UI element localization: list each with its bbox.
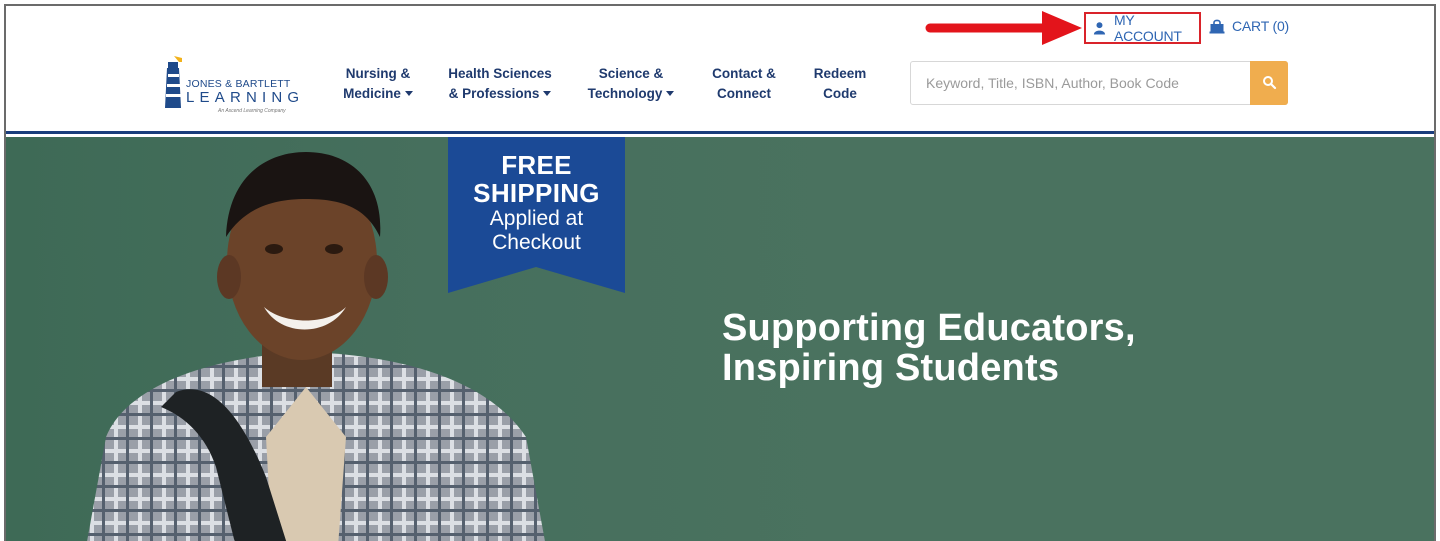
annotation-arrow bbox=[925, 11, 1082, 45]
cart-link[interactable]: CART (0) bbox=[1209, 18, 1289, 34]
nav-label-line2: Medicine bbox=[343, 86, 401, 101]
free-shipping-banner[interactable]: FREE SHIPPING Applied at Checkout bbox=[448, 137, 625, 293]
nav-label-line2: Connect bbox=[717, 86, 771, 101]
caret-down-icon bbox=[543, 91, 552, 96]
my-account-label: MY ACCOUNT bbox=[1113, 12, 1182, 44]
nav-nursing-medicine[interactable]: Nursing & Medicine bbox=[340, 64, 416, 104]
hero-headline: Supporting Educators, Inspiring Students bbox=[722, 308, 1136, 388]
logo-text-main: LEARNING bbox=[186, 89, 305, 106]
site-header: JONES & BARTLETT LEARNING An Ascend Lear… bbox=[6, 6, 1434, 134]
nav-label-line2: Technology bbox=[587, 86, 663, 101]
cart-label: CART (0) bbox=[1232, 18, 1290, 34]
nav-health-sciences[interactable]: Health Sciences & Professions bbox=[446, 64, 554, 104]
shopping-bag-icon bbox=[1209, 19, 1225, 33]
nav-label-line1: Nursing & bbox=[345, 66, 411, 81]
search-button[interactable] bbox=[1250, 61, 1288, 105]
nav-label-line1: Science & bbox=[598, 66, 664, 81]
nav-science-technology[interactable]: Science & Technology bbox=[586, 64, 676, 104]
site-logo[interactable]: JONES & BARTLETT LEARNING An Ascend Lear… bbox=[158, 52, 299, 114]
banner-line-checkout: Checkout bbox=[492, 231, 581, 254]
browser-viewport: JONES & BARTLETT LEARNING An Ascend Lear… bbox=[4, 4, 1436, 541]
logo-tagline: An Ascend Learning Company bbox=[218, 108, 286, 114]
lighthouse-logo-icon bbox=[165, 56, 182, 108]
banner-line-shipping: SHIPPING bbox=[473, 178, 600, 208]
banner-line-free: FREE bbox=[501, 150, 572, 180]
hero-banner: FREE SHIPPING Applied at Checkout Suppor… bbox=[6, 137, 1434, 541]
nav-label-line1: Health Sciences bbox=[448, 66, 552, 81]
banner-line-applied: Applied at bbox=[489, 207, 584, 230]
nav-redeem-code[interactable]: Redeem Code bbox=[812, 64, 868, 104]
nav-label-line2: & Professions bbox=[448, 86, 540, 101]
nav-label-line1: Contact & bbox=[712, 66, 776, 81]
search-icon bbox=[1263, 76, 1277, 90]
nav-contact-connect[interactable]: Contact & Connect bbox=[708, 64, 780, 104]
nav-label-line2: Code bbox=[823, 86, 857, 101]
search-box bbox=[910, 61, 1288, 105]
search-input[interactable] bbox=[911, 62, 1249, 104]
nav-label-line1: Redeem bbox=[813, 66, 867, 81]
hero-headline-line1: Supporting Educators, bbox=[722, 307, 1136, 349]
caret-down-icon bbox=[404, 91, 413, 96]
my-account-link[interactable]: MY ACCOUNT bbox=[1084, 12, 1201, 44]
user-icon bbox=[1093, 22, 1106, 35]
caret-down-icon bbox=[666, 91, 675, 96]
hero-headline-line2: Inspiring Students bbox=[722, 347, 1060, 389]
